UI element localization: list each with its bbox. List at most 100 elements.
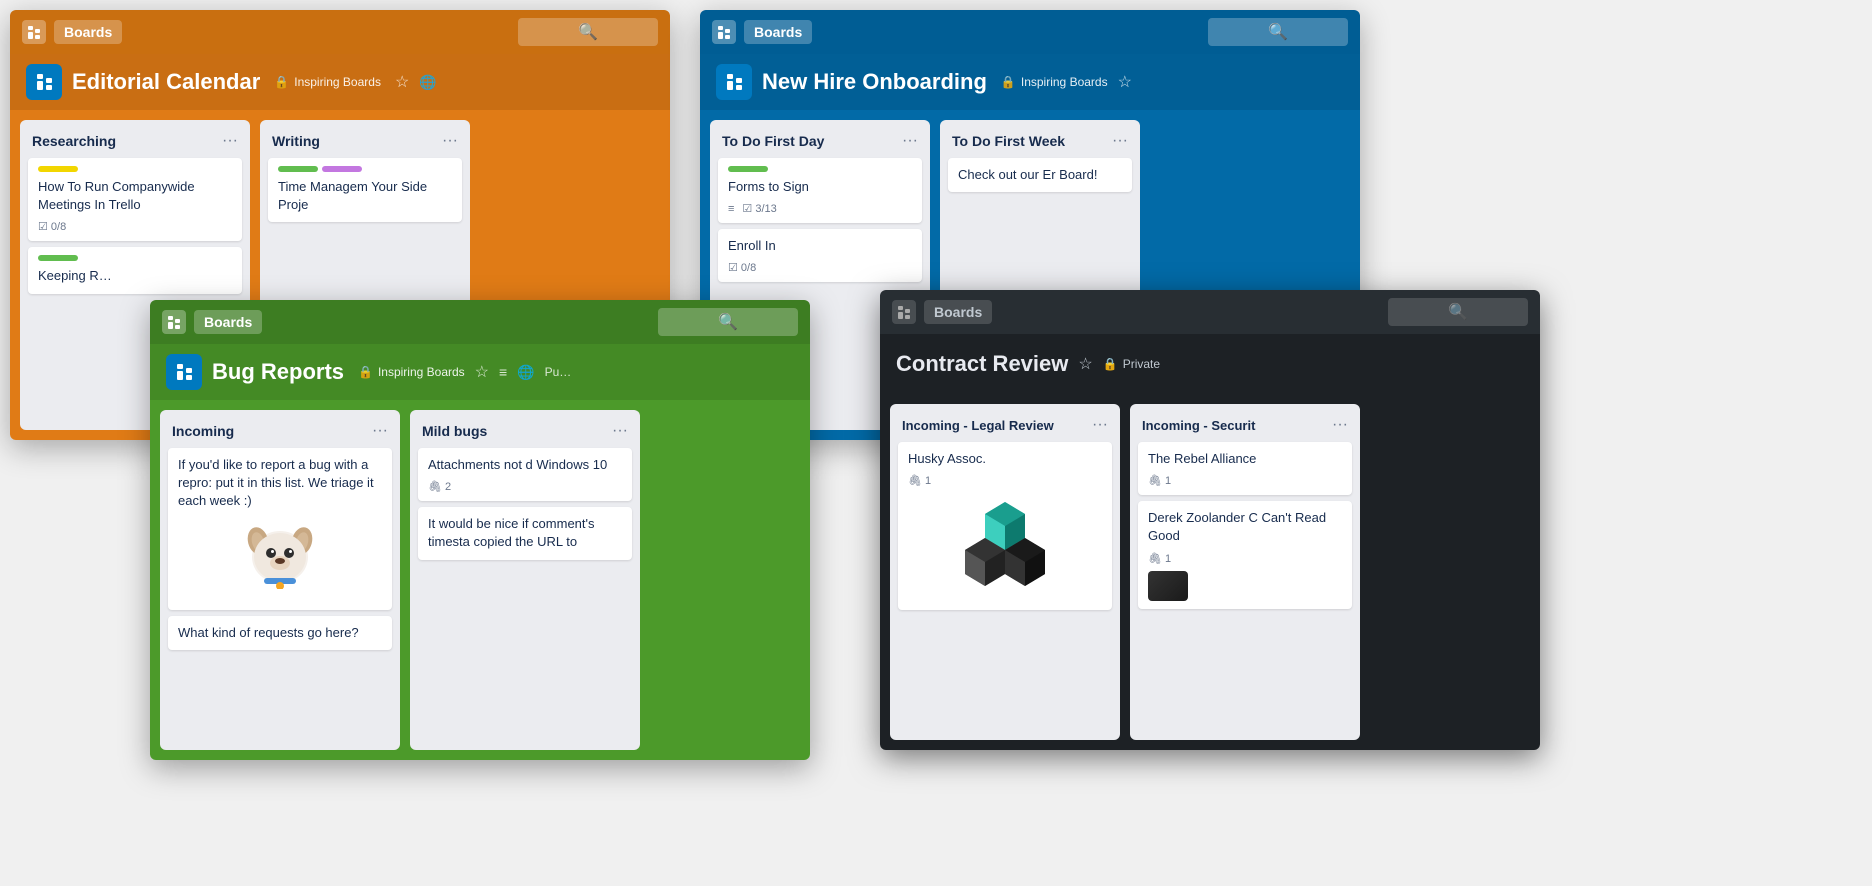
list-title-writing: Writing — [272, 133, 320, 149]
topbar-search-contract[interactable]: 🔍 — [1388, 298, 1528, 326]
board-workspace-editorial: Inspiring Boards — [294, 75, 381, 89]
topbar-boards-label: Boards — [64, 24, 112, 40]
card-text-enroll: Enroll In — [728, 237, 912, 255]
board-logo-editorial — [26, 64, 62, 100]
card-rebel-alliance[interactable]: The Rebel Alliance 🖇 1 — [1138, 442, 1352, 495]
board-pu-bugreports: Pu… — [545, 365, 572, 379]
card-text-checkout: Check out our Er Board! — [958, 166, 1122, 184]
card-timestamp[interactable]: It would be nice if comment's timesta co… — [418, 507, 632, 559]
lock-icon-contract: 🔒 — [1103, 357, 1118, 371]
board-workspace-bugreports: Inspiring Boards — [378, 365, 465, 379]
list-menu-researching[interactable]: ··· — [222, 132, 238, 150]
list-menu-writing[interactable]: ··· — [442, 132, 458, 150]
card-badge-derek: 🖇 1 — [1148, 552, 1171, 565]
card-text-companywide: How To Run Companywide Meetings In Trell… — [38, 178, 232, 214]
hex-logo — [908, 497, 1102, 592]
board-star-onboarding[interactable]: ☆ — [1118, 72, 1132, 92]
list-menu-firstweek[interactable]: ··· — [1112, 132, 1128, 150]
card-checkout[interactable]: Check out our Er Board! — [948, 158, 1132, 192]
card-text-derek: Derek Zoolander C Can't Read Good — [1148, 509, 1342, 545]
topbar-search-onboarding[interactable]: 🔍 — [1208, 18, 1348, 46]
list-legal-review: Incoming - Legal Review ··· Husky Assoc.… — [890, 404, 1120, 740]
list-title-mild-bugs: Mild bugs — [422, 423, 487, 439]
card-companywide[interactable]: How To Run Companywide Meetings In Trell… — [28, 158, 242, 241]
board-star-contract[interactable]: ☆ — [1078, 354, 1092, 374]
topbar-logo-bugreports — [162, 310, 186, 334]
card-derek-zoolander[interactable]: Derek Zoolander C Can't Read Good 🖇 1 — [1138, 501, 1352, 608]
list-incoming-bugs: Incoming ··· If you'd like to report a b… — [160, 410, 400, 750]
topbar-boards-btn-bugreports[interactable]: Boards — [194, 310, 262, 334]
list-title-todo-firstday: To Do First Day — [722, 133, 824, 149]
board-contract: Boards 🔍 Contract Review ☆ 🔒 Private Inc… — [880, 290, 1540, 750]
topbar-search-bugreports[interactable]: 🔍 — [658, 308, 798, 336]
list-menu-incoming-bugs[interactable]: ··· — [372, 422, 388, 440]
topbar-logo-onboarding — [712, 20, 736, 44]
list-menu-firstday[interactable]: ··· — [902, 132, 918, 150]
list-security-review: Incoming - Securit ··· The Rebel Allianc… — [1130, 404, 1360, 740]
board-lines-bugreports[interactable]: ≡ — [499, 364, 507, 380]
list-title-security-review: Incoming - Securit — [1142, 418, 1255, 433]
card-keeping[interactable]: Keeping R… — [28, 247, 242, 293]
topbar-logo-contract — [892, 300, 916, 324]
card-badge-husky: 🖇 1 — [908, 474, 931, 487]
topbar-bugreports: Boards 🔍 — [150, 300, 810, 344]
list-menu-mild-bugs[interactable]: ··· — [612, 422, 628, 440]
board-star-editorial[interactable]: ☆ — [395, 72, 409, 92]
card-forms-to-sign[interactable]: Forms to Sign ≡ ☑ 3/13 — [718, 158, 922, 223]
board-globe-editorial: 🌐 — [419, 74, 436, 91]
card-bugreport-desc[interactable]: If you'd like to report a bug with a rep… — [168, 448, 392, 610]
topbar-boards-label-contract: Boards — [934, 304, 982, 320]
topbar-logo-editorial — [22, 20, 46, 44]
board-lock-icon: 🔒 — [274, 75, 289, 89]
card-what-requests[interactable]: What kind of requests go here? — [168, 616, 392, 650]
topbar-search-editorial[interactable]: 🔍 — [518, 18, 658, 46]
dark-avatar — [1148, 571, 1188, 601]
topbar-boards-btn-contract[interactable]: Boards — [924, 300, 992, 324]
card-text-what-requests: What kind of requests go here? — [178, 624, 382, 642]
card-text-bugreport-desc: If you'd like to report a bug with a rep… — [178, 456, 382, 511]
board-logo-bugreports — [166, 354, 202, 390]
board-title-bugreports: Bug Reports — [212, 359, 344, 385]
board-logo-onboarding — [716, 64, 752, 100]
list-title-todo-firstweek: To Do First Week — [952, 133, 1065, 149]
card-badge-attachments: 🖇 2 — [428, 480, 451, 493]
card-badge-enroll: ☑ 0/8 — [728, 261, 756, 274]
board-bugreports: Boards 🔍 Bug Reports 🔒 — [150, 300, 810, 760]
board-meta-bugreports: 🔒 Inspiring Boards — [358, 365, 465, 379]
card-text-timestamp: It would be nice if comment's timesta co… — [428, 515, 622, 551]
topbar-boards-btn-editorial[interactable]: Boards — [54, 20, 122, 44]
topbar-onboarding: Boards 🔍 — [700, 10, 1360, 54]
board-meta-onboarding: 🔒 Inspiring Boards — [1001, 75, 1108, 89]
card-text-keeping: Keeping R… — [38, 267, 232, 285]
topbar-boards-btn-onboarding[interactable]: Boards — [744, 20, 812, 44]
card-badge-rebel: 🖇 1 — [1148, 474, 1171, 487]
card-badge-forms: ☑ 3/13 — [742, 202, 776, 215]
list-mild-bugs: Mild bugs ··· Attachments not d Windows … — [410, 410, 640, 750]
card-timemanage[interactable]: Time Managem Your Side Proje — [268, 158, 462, 222]
dog-avatar — [178, 519, 382, 594]
card-text-attachments: Attachments not d Windows 10 — [428, 456, 622, 474]
topbar-contract: Boards 🔍 — [880, 290, 1540, 334]
board-globe-bugreports: 🌐 — [517, 364, 534, 381]
topbar-boards-label-bugreports: Boards — [204, 314, 252, 330]
list-menu-legal[interactable]: ··· — [1092, 416, 1108, 434]
list-title-legal-review: Incoming - Legal Review — [902, 418, 1054, 433]
card-text-timemanage: Time Managem Your Side Proje — [278, 178, 452, 214]
card-enroll[interactable]: Enroll In ☑ 0/8 — [718, 229, 922, 282]
card-husky[interactable]: Husky Assoc. 🖇 1 — [898, 442, 1112, 610]
topbar-editorial: Boards 🔍 — [10, 10, 670, 54]
list-menu-security[interactable]: ··· — [1332, 416, 1348, 434]
card-text-husky: Husky Assoc. — [908, 450, 1102, 468]
board-star-bugreports[interactable]: ☆ — [475, 362, 489, 382]
board-title-contract: Contract Review — [896, 351, 1068, 377]
private-label-contract: Private — [1123, 357, 1160, 371]
card-text-rebel: The Rebel Alliance — [1148, 450, 1342, 468]
list-title-incoming-bugs: Incoming — [172, 423, 234, 439]
card-text-forms: Forms to Sign — [728, 178, 912, 196]
topbar-boards-label-onboarding: Boards — [754, 24, 802, 40]
board-workspace-onboarding: Inspiring Boards — [1021, 75, 1108, 89]
list-title-researching: Researching — [32, 133, 116, 149]
board-meta-editorial: 🔒 Inspiring Boards — [274, 75, 381, 89]
board-title-editorial: Editorial Calendar — [72, 69, 260, 95]
card-attachments-win10[interactable]: Attachments not d Windows 10 🖇 2 — [418, 448, 632, 501]
